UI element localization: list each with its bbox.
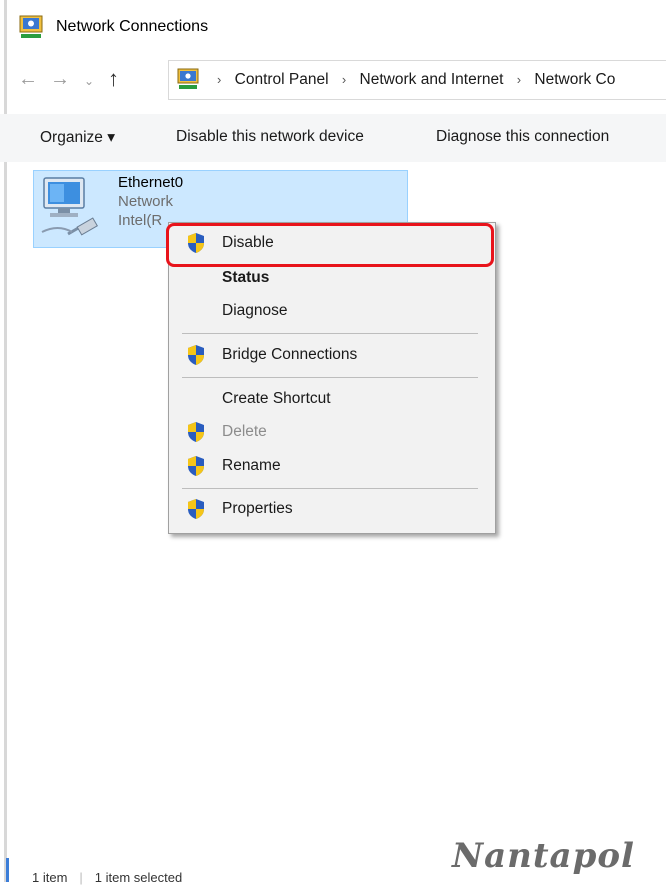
- menu-item-properties[interactable]: Properties: [222, 500, 293, 518]
- menu-item-bridge-connections[interactable]: Bridge Connections: [222, 346, 357, 364]
- organize-menu-button[interactable]: Organize ▾: [40, 128, 115, 147]
- control-panel-icon: [177, 68, 199, 89]
- highlight-box: [166, 223, 494, 267]
- menu-separator: [182, 333, 478, 334]
- uac-shield-icon: [188, 499, 204, 519]
- breadcrumb-separator[interactable]: ›: [517, 72, 521, 87]
- network-connections-icon: [19, 15, 43, 38]
- window-left-accent: [6, 858, 9, 882]
- recent-locations-chevron-icon[interactable]: ⌄: [84, 74, 94, 88]
- menu-separator: [182, 488, 478, 489]
- menu-item-diagnose[interactable]: Diagnose: [222, 302, 288, 320]
- menu-item-status[interactable]: Status: [222, 269, 269, 287]
- breadcrumb: › Control Panel › Network and Internet ›…: [208, 71, 615, 89]
- window-title: Network Connections: [56, 18, 209, 35]
- forward-arrow-icon[interactable]: →: [50, 68, 70, 91]
- item-count: 1 item: [32, 870, 68, 885]
- uac-shield-icon: [188, 345, 204, 365]
- menu-item-delete: Delete: [222, 423, 267, 440]
- breadcrumb-separator[interactable]: ›: [342, 72, 346, 87]
- diagnose-connection-button[interactable]: Diagnose this connection: [436, 128, 609, 146]
- connection-name: Ethernet0: [118, 174, 184, 191]
- ethernet-adapter-icon: [41, 177, 98, 236]
- connection-adapter: Intel(R: [118, 212, 163, 229]
- selected-count: 1 item selected: [94, 870, 183, 885]
- breadcrumb-network-and-internet[interactable]: Network and Internet: [360, 71, 504, 88]
- status-bar: 1 item | 1 item selected: [32, 870, 183, 885]
- breadcrumb-control-panel[interactable]: Control Panel: [235, 71, 329, 88]
- uac-shield-icon: [188, 422, 204, 442]
- watermark-text: Nantapol: [452, 836, 635, 876]
- menu-separator: [182, 377, 478, 378]
- breadcrumb-separator: ›: [217, 72, 222, 87]
- menu-item-create-shortcut[interactable]: Create Shortcut: [222, 390, 331, 408]
- uac-shield-icon: [188, 456, 204, 476]
- breadcrumb-network-connections[interactable]: Network Co: [534, 71, 615, 88]
- up-arrow-icon[interactable]: ↑: [108, 66, 119, 92]
- connection-status: Network: [118, 193, 174, 210]
- disable-network-device-button[interactable]: Disable this network device: [176, 128, 364, 146]
- back-arrow-icon[interactable]: ←: [18, 68, 38, 91]
- menu-item-rename[interactable]: Rename: [222, 457, 281, 475]
